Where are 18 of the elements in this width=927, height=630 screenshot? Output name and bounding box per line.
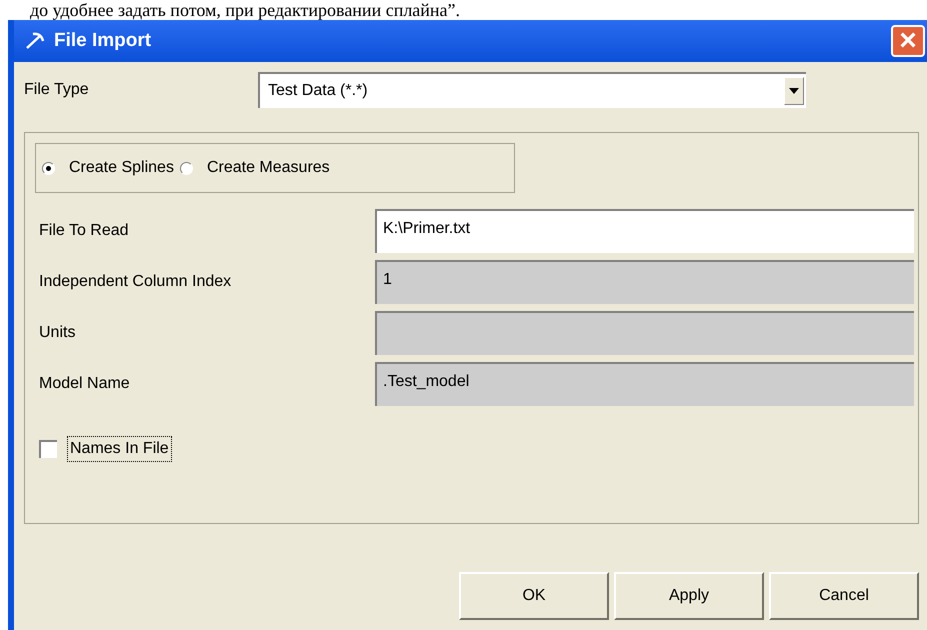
radio-option[interactable]: Create Splines [42,156,174,180]
field-label: File Type [24,80,90,100]
field-label: Independent Column Index [38,272,232,292]
names-in-file-checkbox[interactable]: Names In File [39,436,914,462]
field-label: Units [38,323,76,343]
file-type-dropdown[interactable]: Test Data (*.*) [258,72,806,108]
radio-option[interactable]: Create Measures [180,156,330,180]
dropdown-arrow-icon [789,88,799,94]
input-field[interactable]: K:\Primer.txt [375,209,914,253]
dialog-button[interactable]: Apply [614,572,764,620]
window-title: File Import [54,28,152,53]
field-label: File To Read [38,221,130,241]
dialog-button[interactable]: Cancel [769,572,919,620]
document-text: до удобнее задать потом, при редактировании сплайна”. [29,0,462,20]
arrow-icon [24,31,46,51]
field-label: Model Name [38,374,131,394]
close-button[interactable]: × [891,25,925,57]
dialog-button[interactable]: OK [459,572,609,620]
